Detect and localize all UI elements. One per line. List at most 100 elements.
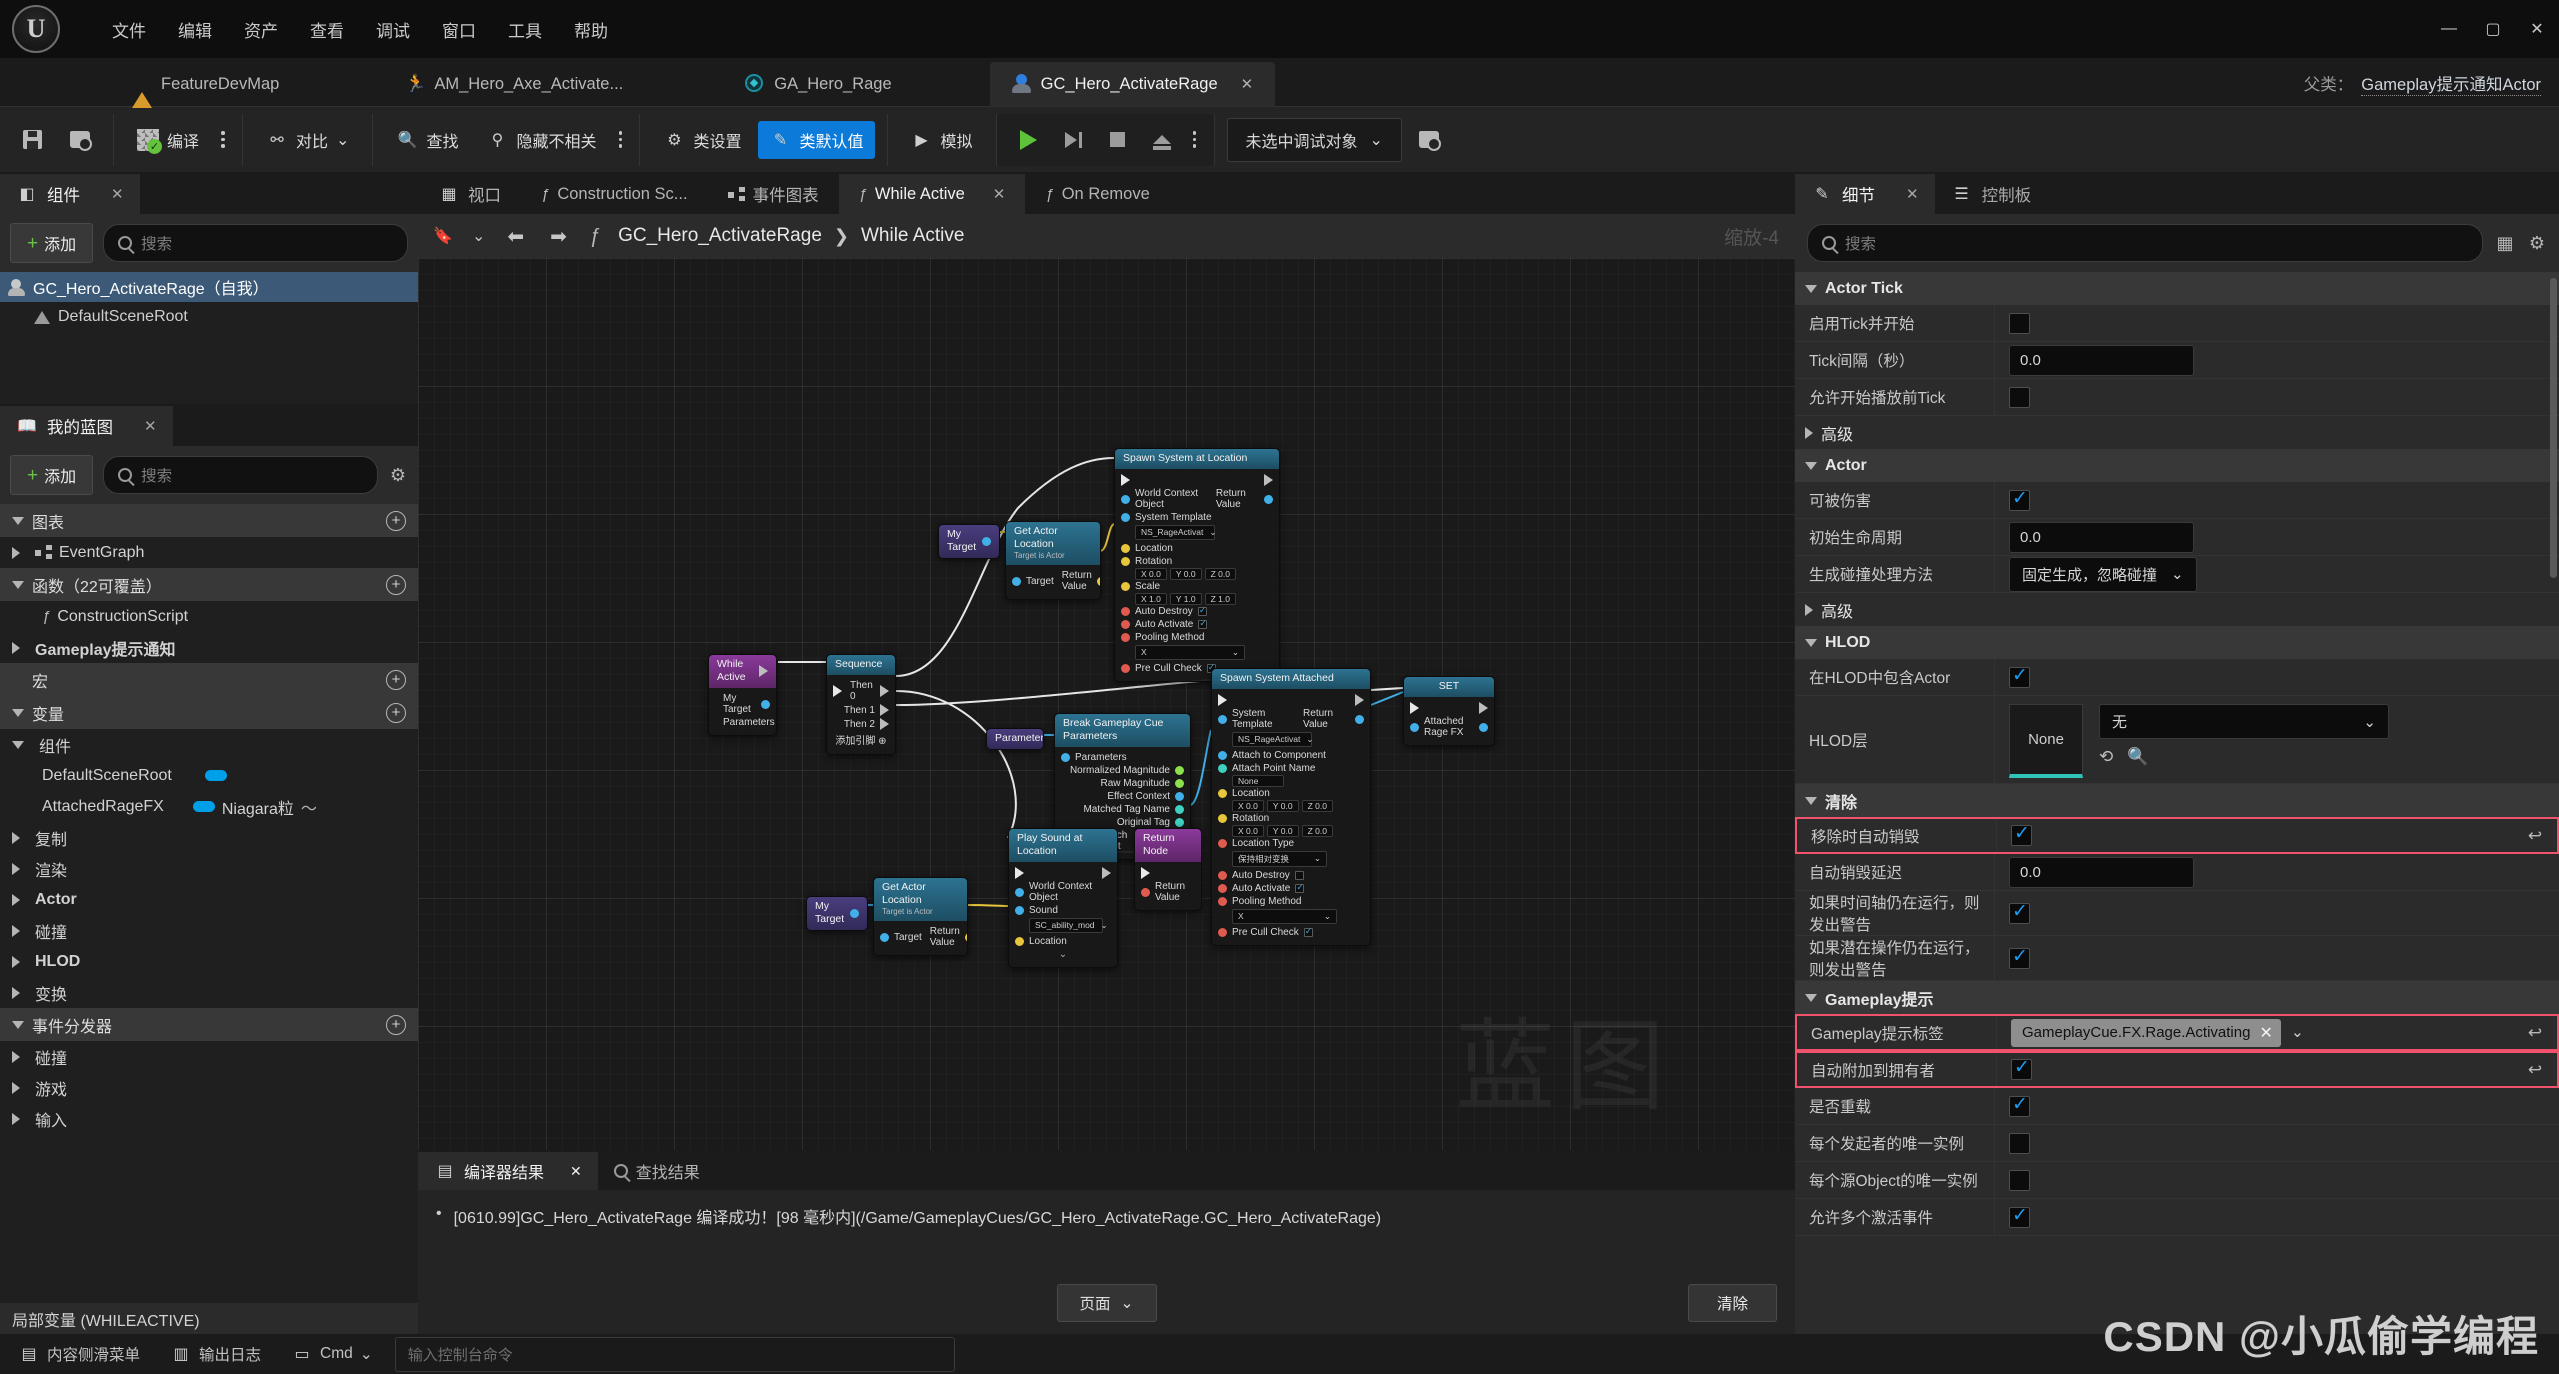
arrow-right-icon[interactable]: ➡ (546, 224, 571, 249)
property-row-gameplay-cue-tag[interactable]: Gameplay提示标签 GameplayCue.FX.Rage.Activat… (1795, 1014, 2559, 1051)
hide-unrelated-button[interactable]: ⚲ 隐藏不相关 (475, 121, 607, 159)
clear-tag-icon[interactable]: ✕ (2259, 1023, 2272, 1043)
rotation-vector[interactable]: X 0.0 Y 0.0 Z 0.0 (1232, 825, 1364, 838)
hlod-layer-dropdown[interactable]: 无 ⌄ (2099, 704, 2389, 739)
property-row[interactable]: 允许开始播放前Tick (1795, 379, 2559, 416)
tab-am-hero-axe-activate[interactable]: 🏃 AM_Hero_Axe_Activate... (383, 62, 645, 106)
warn-timeline-running-checkbox[interactable] (2009, 900, 2030, 924)
property-row[interactable]: 自动销毁延迟 0.0 (1795, 854, 2559, 891)
input-pin[interactable] (1015, 937, 1024, 947)
breadcrumb-root[interactable]: GC_Hero_ActivateRage (618, 225, 822, 247)
exec-in-pin[interactable] (1141, 867, 1150, 880)
chevron-right-icon[interactable] (12, 893, 20, 906)
add-function-icon[interactable]: + (386, 574, 406, 595)
tab-find-results[interactable]: 查找结果 (598, 1152, 716, 1190)
group-hlod[interactable]: HLOD (0, 946, 418, 977)
exec-out-pin[interactable] (1264, 474, 1273, 487)
class-defaults-button[interactable]: ✎ 类默认值 (758, 120, 875, 159)
maximize-icon[interactable]: ▢ (2471, 9, 2515, 49)
is-override-checkbox[interactable] (2009, 1093, 2030, 1117)
input-pin[interactable] (1061, 753, 1070, 763)
input-pin[interactable] (1218, 789, 1227, 799)
system-template-select[interactable]: NS_RageActivat ⌄ (1232, 732, 1314, 748)
clear-button[interactable]: 清除 (1687, 1284, 1777, 1322)
cmd-selector[interactable]: ▭ Cmd ⌄ (283, 1339, 381, 1369)
node-sequence[interactable]: Sequence Then 0 Then 1 Then 2 添加引脚 ⊕ (826, 654, 896, 756)
hlod-layer-thumbnail[interactable]: None (2009, 704, 2083, 778)
add-pin-label[interactable]: 添加引脚 ⊕ (835, 732, 886, 747)
property-row[interactable]: 如果潜在操作仍在运行，则发出警告 (1795, 936, 2559, 981)
parent-class-value[interactable]: Gameplay提示通知Actor (2361, 71, 2541, 96)
input-pin[interactable] (1218, 928, 1227, 938)
input-pin[interactable] (1121, 544, 1130, 554)
location-type-select[interactable]: 保持相对变换 ⌄ (1232, 851, 1327, 868)
node-my-target-1[interactable]: My Target (938, 524, 1000, 560)
tab-gc-hero-activaterage[interactable]: GC_Hero_ActivateRage ✕ (989, 62, 1276, 106)
compile-button[interactable]: 编译 (126, 121, 210, 159)
output-pin[interactable] (1175, 766, 1184, 776)
property-row[interactable]: Tick间隔（秒） 0.0 (1795, 342, 2559, 379)
tab-construction-script[interactable]: ƒ Construction Sc... (521, 174, 708, 214)
input-pin[interactable] (1121, 513, 1130, 523)
chevron-right-icon[interactable] (12, 1050, 20, 1063)
output-pin[interactable] (1479, 722, 1488, 732)
add-dispatcher-icon[interactable]: + (386, 1014, 406, 1035)
section-macros[interactable]: 宏 + (0, 663, 418, 696)
node-play-sound-at-location[interactable]: Play Sound at Location World Context Obj… (1008, 828, 1118, 969)
output-pin[interactable] (1355, 714, 1364, 724)
tab-palette[interactable]: ☰ 控制板 (1935, 174, 2048, 214)
exec-out-pin[interactable] (1355, 694, 1364, 707)
include-actor-in-hlod-checkbox[interactable] (2009, 664, 2030, 688)
auto-destroy-on-remove-checkbox[interactable] (2011, 822, 2032, 846)
property-row-hlod-layer[interactable]: HLOD层 None 无 ⌄ ⟲ 🔍 (1795, 696, 2559, 784)
category-actor-tick[interactable]: Actor Tick (1795, 272, 2559, 305)
unreal-logo-icon[interactable]: U (6, 0, 66, 59)
node-my-target-2[interactable]: My Target (806, 896, 868, 932)
input-pin[interactable] (1121, 582, 1130, 592)
bookmark-icon[interactable]: 🔖 (432, 225, 454, 247)
gear-icon[interactable]: ⚙ (388, 465, 408, 485)
sound-select[interactable]: SC_ability_mod ⌄ (1029, 918, 1108, 934)
console-command-input[interactable]: 输入控制台命令 (394, 1336, 955, 1372)
add-macro-icon[interactable]: + (386, 669, 406, 690)
section-event-dispatchers[interactable]: 事件分发器 + (0, 1008, 418, 1041)
reset-icon[interactable]: ↩ (2513, 1016, 2557, 1049)
tick-interval-input[interactable]: 0.0 (2009, 344, 2194, 376)
tick-before-begin-play-checkbox[interactable] (2009, 386, 2030, 408)
node-return[interactable]: Return Node Return Value (1134, 828, 1202, 912)
section-functions[interactable]: 函数（22可覆盖） + (0, 568, 418, 601)
category-actor[interactable]: Actor (1795, 449, 2559, 482)
save-button[interactable] (12, 123, 53, 156)
group-collision[interactable]: 碰撞 (0, 915, 418, 946)
property-row[interactable]: 每个源Object的唯一实例 (1795, 1162, 2559, 1199)
tab-components[interactable]: ◧ 组件 ✕ (0, 174, 140, 214)
exec-out-pin[interactable] (880, 685, 889, 698)
group-transform[interactable]: 变换 (0, 977, 418, 1008)
node-spawn-system-at-location[interactable]: Spawn System at Location World Context O… (1114, 448, 1280, 683)
auto-destroy-delay-input[interactable]: 0.0 (2009, 856, 2194, 888)
output-pin[interactable] (850, 908, 859, 918)
tab-compiler-results[interactable]: ▤ 编译器结果 ✕ (418, 1152, 598, 1190)
output-pin[interactable] (761, 699, 770, 709)
page-selector[interactable]: 页面 ⌄ (1056, 1284, 1157, 1322)
exec-in-pin[interactable] (1218, 694, 1227, 707)
tab-event-graph[interactable]: 事件图表 (708, 174, 839, 214)
input-pin[interactable] (1218, 839, 1227, 849)
menu-window[interactable]: 窗口 (426, 13, 492, 46)
menu-file[interactable]: 文件 (96, 13, 162, 46)
chevron-right-icon[interactable] (12, 831, 20, 844)
tab-close-icon[interactable]: ✕ (1241, 75, 1254, 93)
input-pin[interactable] (1121, 494, 1130, 504)
input-pin[interactable] (880, 932, 889, 942)
input-pin[interactable] (1410, 722, 1419, 732)
node-parameters-get[interactable]: Parameters (986, 728, 1044, 751)
allow-multiple-on-active-checkbox[interactable] (2009, 1204, 2030, 1228)
chevron-right-icon[interactable] (12, 924, 20, 937)
diff-button[interactable]: ⚯ 对比 ⌄ (255, 121, 360, 159)
chevron-right-icon[interactable] (12, 1081, 20, 1094)
group-dispatcher-collision[interactable]: 碰撞 (0, 1041, 418, 1072)
browse-asset-icon[interactable]: 🔍 (2127, 747, 2148, 767)
output-pin[interactable] (1175, 779, 1184, 789)
gameplay-cue-tag-chip[interactable]: GameplayCue.FX.Rage.Activating ✕ (2011, 1018, 2281, 1047)
close-icon[interactable]: ✕ (144, 417, 157, 435)
